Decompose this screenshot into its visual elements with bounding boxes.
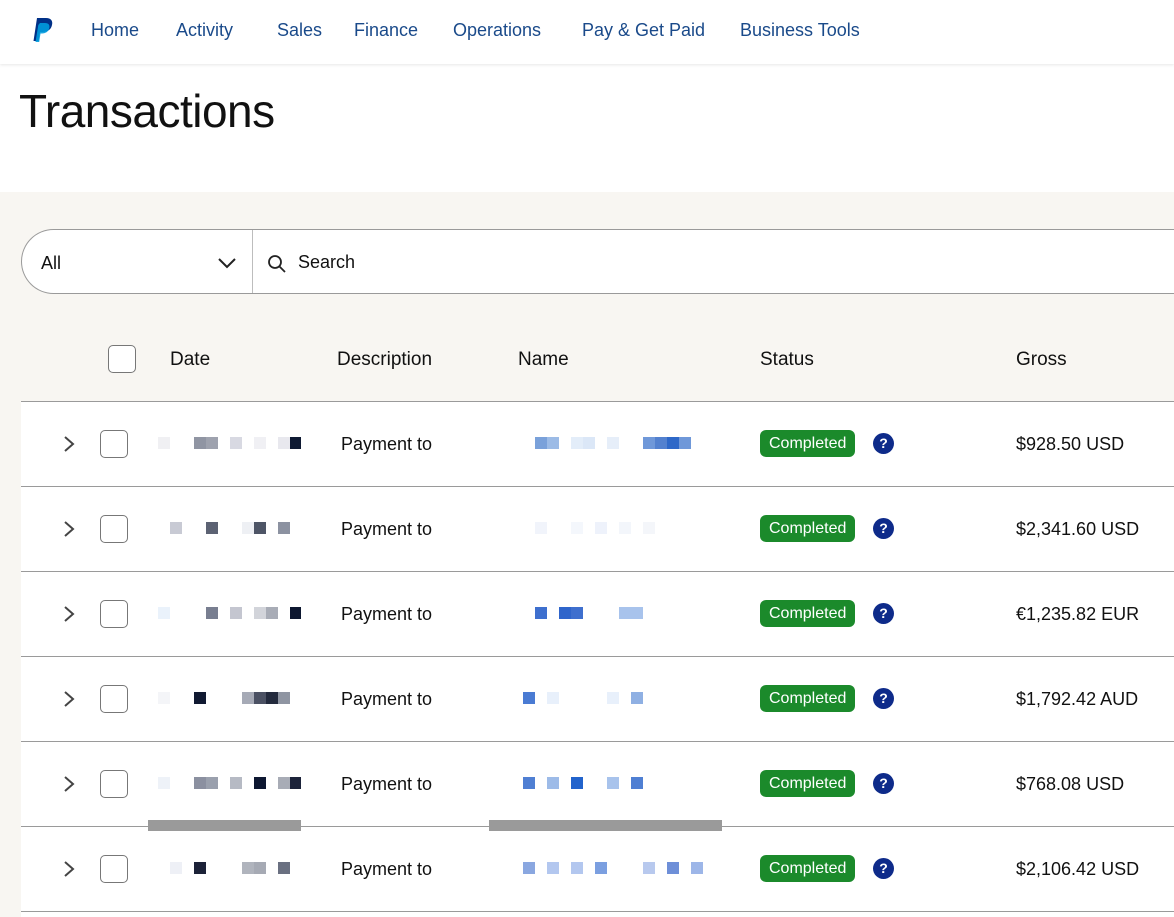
description-cell: Payment to <box>341 604 433 624</box>
chevron-right-icon[interactable] <box>61 689 77 709</box>
column-header-date[interactable]: Date <box>170 349 210 371</box>
row-checkbox[interactable] <box>100 515 128 543</box>
column-header-status[interactable]: Status <box>760 349 814 371</box>
redaction-bar <box>489 820 722 831</box>
help-icon[interactable]: ? <box>873 688 894 709</box>
name-cell-redacted <box>489 827 723 911</box>
row-checkbox[interactable] <box>100 685 128 713</box>
table-row[interactable]: Payment to Completed ? $2,106.42 USD <box>21 827 1174 912</box>
search-icon <box>268 255 286 273</box>
page-title: Transactions <box>19 85 275 137</box>
name-cell-redacted <box>489 487 723 571</box>
gross-amount-cell: $1,792.42 AUD <box>1016 689 1139 709</box>
gross-amount-cell: $2,341.60 USD <box>1016 519 1140 539</box>
dropdown-value: All <box>41 253 62 273</box>
select-all-checkbox[interactable] <box>108 345 136 373</box>
nav-finance[interactable]: Finance <box>354 20 418 41</box>
gross-amount-cell: $768.08 USD <box>1016 774 1125 794</box>
status-badge: Completed <box>760 855 856 882</box>
description-cell: Payment to <box>341 434 433 454</box>
description-cell: Payment to <box>341 859 433 879</box>
date-cell-redacted <box>148 827 301 911</box>
paypal-logo[interactable] <box>30 16 54 44</box>
row-checkbox[interactable] <box>100 770 128 798</box>
transaction-type-dropdown[interactable]: All <box>22 230 253 293</box>
table-row[interactable]: Payment to Completed ? $768.08 USD <box>21 742 1174 827</box>
description-cell: Payment to <box>341 774 433 794</box>
name-cell-redacted <box>489 742 723 826</box>
nav-operations[interactable]: Operations <box>453 20 541 41</box>
date-cell-redacted <box>148 487 301 571</box>
top-navigation: Home Activity Sales Finance Operations P… <box>0 0 1174 64</box>
date-cell-redacted <box>148 742 301 826</box>
date-cell-redacted <box>148 657 301 741</box>
chevron-right-icon[interactable] <box>61 859 77 879</box>
nav-pay-and-get-paid[interactable]: Pay & Get Paid <box>582 20 705 41</box>
help-icon[interactable]: ? <box>873 858 894 879</box>
help-icon[interactable]: ? <box>873 773 894 794</box>
table-row[interactable]: Payment to Completed ? €1,235.82 EUR <box>21 572 1174 657</box>
row-checkbox[interactable] <box>100 855 128 883</box>
date-cell-redacted <box>148 572 301 656</box>
name-cell-redacted <box>489 657 723 741</box>
row-checkbox[interactable] <box>100 430 128 458</box>
status-badge: Completed <box>760 430 856 457</box>
search-input[interactable] <box>298 244 1158 280</box>
name-cell-redacted <box>489 572 723 656</box>
chevron-right-icon[interactable] <box>61 774 77 794</box>
chevron-down-icon <box>218 258 236 269</box>
column-header-gross[interactable]: Gross <box>1016 349 1067 371</box>
row-checkbox[interactable] <box>100 600 128 628</box>
chevron-right-icon[interactable] <box>61 434 77 454</box>
column-header-name[interactable]: Name <box>518 349 569 371</box>
help-icon[interactable]: ? <box>873 603 894 624</box>
nav-business-tools[interactable]: Business Tools <box>740 20 860 41</box>
chevron-right-icon[interactable] <box>61 604 77 624</box>
description-cell: Payment to <box>341 689 433 709</box>
nav-home[interactable]: Home <box>91 20 139 41</box>
help-icon[interactable]: ? <box>873 518 894 539</box>
status-badge: Completed <box>760 685 856 712</box>
gross-amount-cell: $928.50 USD <box>1016 434 1125 454</box>
date-cell-redacted <box>148 402 301 486</box>
table-row[interactable]: Payment to Completed ? $2,341.60 USD <box>21 487 1174 572</box>
column-header-description[interactable]: Description <box>337 349 432 371</box>
gross-amount-cell: €1,235.82 EUR <box>1016 604 1140 624</box>
nav-activity[interactable]: Activity <box>176 20 233 41</box>
help-icon[interactable]: ? <box>873 433 894 454</box>
nav-sales[interactable]: Sales <box>277 20 322 41</box>
table-header: Date Description Name Status Gross <box>21 318 1174 402</box>
filter-bar: All <box>21 229 1174 294</box>
chevron-right-icon[interactable] <box>61 519 77 539</box>
status-badge: Completed <box>760 515 856 542</box>
status-badge: Completed <box>760 770 856 797</box>
table-row[interactable]: Payment to Completed ? $1,792.42 AUD <box>21 657 1174 742</box>
gross-amount-cell: $2,106.42 USD <box>1016 859 1140 879</box>
description-cell: Payment to <box>341 519 433 539</box>
table-row[interactable]: Payment to Completed ? $928.50 USD <box>21 402 1174 487</box>
status-badge: Completed <box>760 600 856 627</box>
name-cell-redacted <box>489 402 723 486</box>
redaction-bar <box>148 820 301 831</box>
